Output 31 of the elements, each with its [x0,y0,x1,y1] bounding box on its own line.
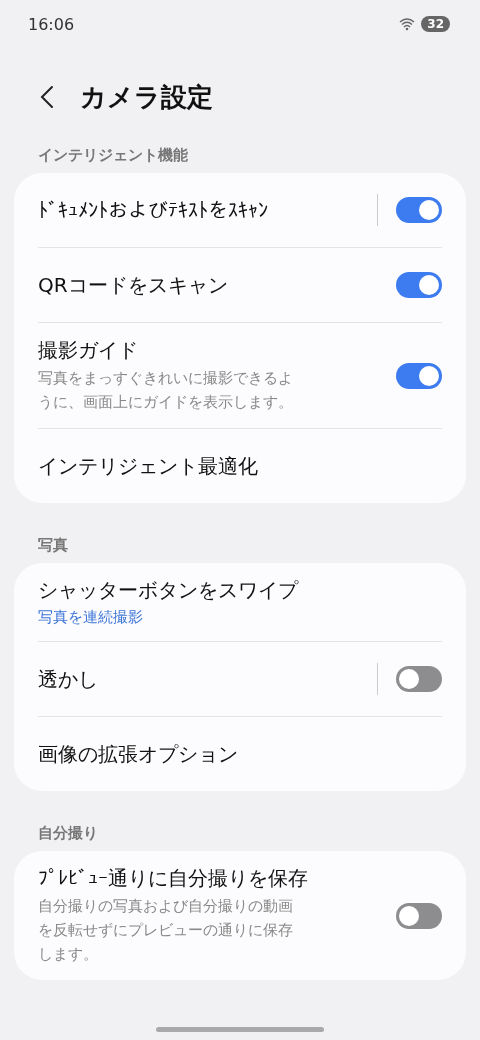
settings-row[interactable]: シャッターボタンをスワイプ 写真を連続撮影 [38,563,442,641]
setting-label: 透かし [38,665,99,693]
toggle-switch[interactable] [396,362,442,389]
settings-row[interactable]: ﾄﾞｷｭﾒﾝﾄおよびﾃｷｽﾄをｽｷｬﾝ [38,173,442,247]
setting-label: 画像の拡張オプション [38,740,239,768]
toggle-switch[interactable] [396,902,442,929]
setting-label: ﾄﾞｷｭﾒﾝﾄおよびﾃｷｽﾄをｽｷｬﾝ [38,198,269,222]
setting-label: インテリジェント最適化 [38,452,259,480]
settings-row[interactable]: QRコードをスキャン [38,248,442,322]
setting-label: QRコードをスキャン [38,271,229,299]
toggle-switch[interactable] [396,197,442,223]
settings-row[interactable]: 透かし [38,642,442,716]
back-icon[interactable] [40,85,54,109]
status-time: 16:06 [28,14,75,34]
settings-row[interactable]: 画像の拡張オプション [38,717,442,791]
page-title: カメラ設定 [80,80,213,114]
toggle-switch[interactable] [396,666,442,692]
section-heading: インテリジェント機能 [37,146,189,165]
toggle-switch[interactable] [396,272,442,298]
section-heading: 自分撮り [37,824,99,843]
settings-row[interactable]: 撮影ガイド 写真をまっすぐきれいに撮影できるように、画面上にガイドを表示します。 [38,323,442,428]
setting-summary: 写真を連続撮影 [38,608,144,627]
setting-description: 自分撮りの写真および自分撮りの動画を反転せずにプレビューの通りに保存します。 [38,896,294,965]
settings-row[interactable]: インテリジェント最適化 [38,429,442,503]
setting-label: ﾌﾟﾚﾋﾞｭｰ通りに自分撮りを保存 [38,865,309,892]
setting-label: 撮影ガイド [38,337,139,364]
section-heading: 写真 [37,536,69,555]
setting-label: シャッターボタンをスワイプ [38,577,300,604]
settings-row[interactable]: ﾌﾟﾚﾋﾞｭｰ通りに自分撮りを保存 自分撮りの写真および自分撮りの動画を反転せずにプレビューの通りに保存します。 [38,851,442,980]
battery-level: 32 [421,16,450,32]
setting-description: 写真をまっすぐきれいに撮影できるように、画面上にガイドを表示します。 [38,368,294,413]
